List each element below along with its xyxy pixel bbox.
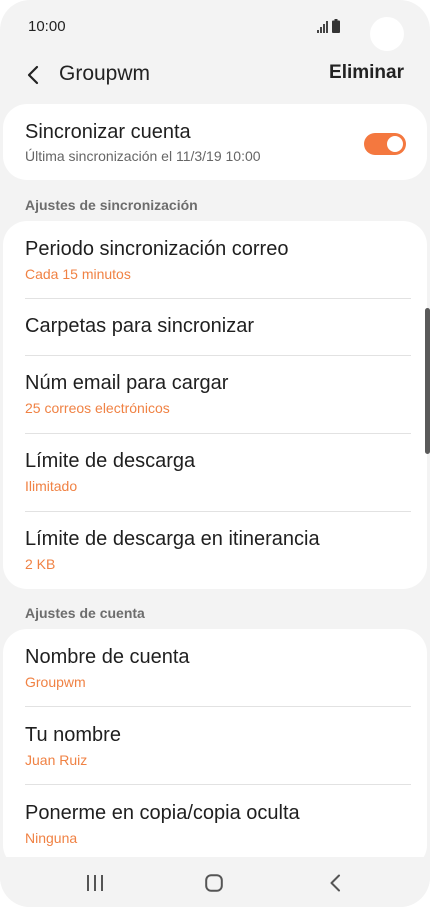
settings-item-title: Carpetas para sincronizar xyxy=(25,315,254,337)
settings-item-value: Cada 15 minutos xyxy=(25,266,131,282)
settings-item-download-limit[interactable]: Límite de descarga Ilimitado xyxy=(25,450,411,494)
sync-account-title: Sincronizar cuenta xyxy=(25,121,191,143)
divider xyxy=(25,355,411,356)
home-icon[interactable] xyxy=(205,874,223,892)
settings-item-title: Tu nombre xyxy=(25,724,121,746)
settings-item-value: Ninguna xyxy=(25,830,78,846)
settings-item-title: Límite de descarga xyxy=(25,450,196,472)
settings-item-value: 2 KB xyxy=(25,556,56,572)
sync-settings-card: Periodo sincronización correo Cada 15 mi… xyxy=(3,221,427,589)
recent-apps-icon[interactable] xyxy=(86,875,104,891)
camera-cutout xyxy=(370,17,404,51)
sync-account-subtitle: Última sincronización el 11/3/19 10:00 xyxy=(25,148,261,164)
settings-item-value: Juan Ruiz xyxy=(25,752,88,768)
settings-item-title: Periodo sincronización correo xyxy=(25,238,289,260)
battery-icon xyxy=(332,19,340,33)
divider xyxy=(25,784,411,785)
settings-item-your-name[interactable]: Tu nombre Juan Ruiz xyxy=(25,724,411,768)
sync-account-row[interactable]: Sincronizar cuenta Última sincronización… xyxy=(25,121,411,164)
status-time: 10:00 xyxy=(28,18,66,35)
settings-item-cc-bcc[interactable]: Ponerme en copia/copia oculta Ninguna xyxy=(25,802,411,846)
nav-back-icon[interactable] xyxy=(329,874,341,892)
back-arrow-icon[interactable] xyxy=(24,64,44,86)
settings-item-roaming-limit[interactable]: Límite de descarga en itinerancia 2 KB xyxy=(25,528,411,572)
status-bar: 10:00 xyxy=(0,0,430,56)
settings-item-title: Núm email para cargar xyxy=(25,372,229,394)
settings-item-title: Límite de descarga en itinerancia xyxy=(25,528,320,550)
account-settings-card: Nombre de cuenta Groupwm Tu nombre Juan … xyxy=(3,629,427,869)
settings-item-email-count[interactable]: Núm email para cargar 25 correos electró… xyxy=(25,372,411,416)
toggle-knob xyxy=(385,134,405,154)
delete-button[interactable]: Eliminar xyxy=(329,62,404,84)
section-label-account-settings: Ajustes de cuenta xyxy=(25,605,145,621)
signal-icon xyxy=(317,21,328,33)
divider xyxy=(25,298,411,299)
phone-screen: 10:00 Groupwm Eliminar Sincronizar cuent… xyxy=(0,0,430,907)
sync-account-card[interactable]: Sincronizar cuenta Última sincronización… xyxy=(3,104,427,180)
settings-item-sync-period[interactable]: Periodo sincronización correo Cada 15 mi… xyxy=(25,238,411,282)
settings-item-account-name[interactable]: Nombre de cuenta Groupwm xyxy=(25,646,411,690)
scrollbar[interactable] xyxy=(425,308,430,454)
app-bar: Groupwm Eliminar xyxy=(0,56,430,96)
divider xyxy=(25,433,411,434)
settings-item-value: Ilimitado xyxy=(25,478,78,494)
settings-item-value: 25 correos electrónicos xyxy=(25,400,170,416)
navigation-bar xyxy=(0,857,430,907)
settings-item-title: Ponerme en copia/copia oculta xyxy=(25,802,300,824)
sync-account-toggle[interactable] xyxy=(364,133,406,155)
settings-item-folders[interactable]: Carpetas para sincronizar xyxy=(25,315,411,338)
settings-item-value: Groupwm xyxy=(25,674,86,690)
settings-item-title: Nombre de cuenta xyxy=(25,646,190,668)
section-label-sync-settings: Ajustes de sincronización xyxy=(25,197,198,213)
divider xyxy=(25,511,411,512)
divider xyxy=(25,706,411,707)
page-title: Groupwm xyxy=(59,62,151,85)
